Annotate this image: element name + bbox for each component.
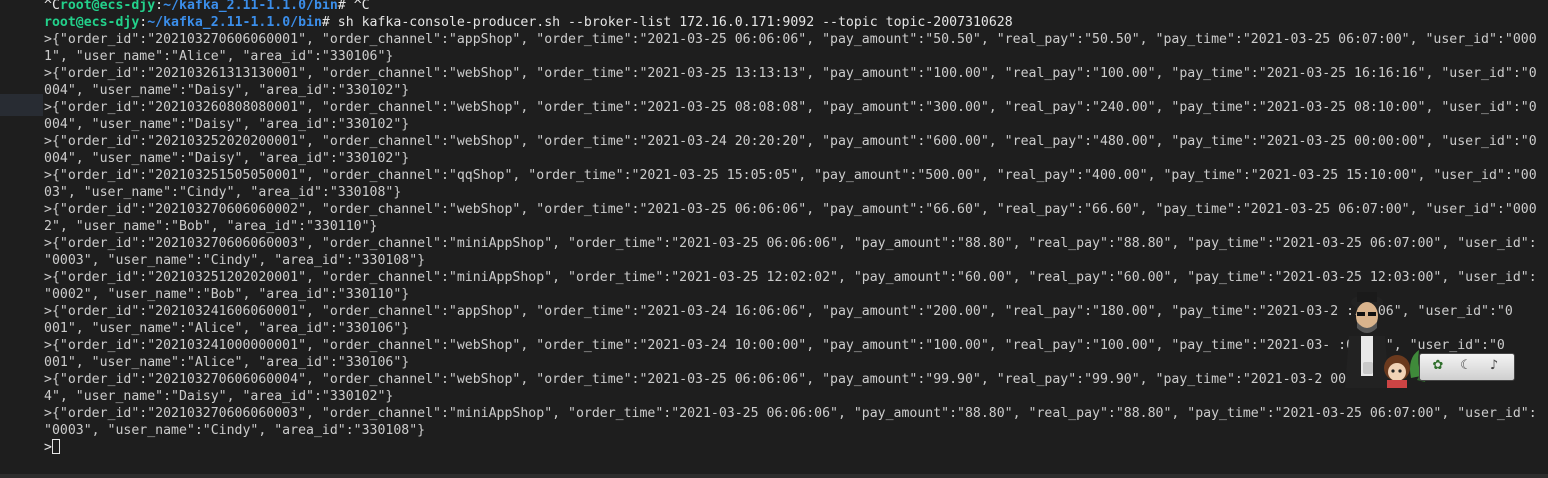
terminal-output-line: "0003", "user_name":"Cindy", "area_id":"… [44, 423, 426, 438]
terminal-output-line: "0003", "user_name":"Cindy", "area_id":"… [44, 253, 426, 268]
producer-command: sh kafka-console-producer.sh --broker-li… [337, 15, 1013, 30]
status-bar [0, 474, 1548, 478]
terminal-output-line: >{"order_id":"202103251505050001", "orde… [44, 168, 1537, 183]
terminal-output-line: 2", "user_name":"Bob", "area_id":"330110… [44, 219, 378, 234]
prompt-symbol: # [337, 0, 354, 13]
terminal-output-line: >{"order_id":"202103241606060001", "orde… [44, 304, 1513, 319]
editor-gutter [0, 0, 43, 478]
terminal-output-line: 4", "user_name":"Daisy", "area_id":"3301… [44, 389, 394, 404]
gutter-highlight [0, 94, 43, 116]
prompt-path: ~/kafka_2.11-1.1.0/bin [163, 0, 338, 13]
prompt-user: root@ecs-djy [59, 0, 156, 13]
terminal-output-line: 004", "user_name":"Daisy", "area_id":"33… [44, 83, 410, 98]
prompt-user: root@ecs-djy [44, 15, 140, 30]
terminal-output-line: >{"order_id":"202103270606060004", "orde… [44, 372, 1355, 387]
terminal-output-line: 001", "user_name":"Alice", "area_id":"33… [44, 355, 410, 370]
widget-control-bar[interactable]: ✿ ☾ ♪ [1419, 353, 1515, 381]
terminal-line-command: root@ecs-djy:~/kafka_2.11-1.1.0/bin# sh … [44, 14, 1548, 31]
terminal-panel[interactable]: ^Croot@ecs-djy:~/kafka_2.11-1.1.0/bin# ^… [44, 0, 1548, 478]
prompt-separator: : [155, 0, 164, 13]
terminal-output-line: >{"order_id":"202103270606060003", "orde… [44, 236, 1537, 251]
terminal-output-line: 1", "user_name":"Alice", "area_id":"3301… [44, 49, 394, 64]
terminal-output-line: >{"order_id":"202103270606060003", "orde… [44, 406, 1537, 421]
prompt-path: ~/kafka_2.11-1.1.0/bin [147, 15, 322, 30]
terminal-output-line: 03", "user_name":"Cindy", "area_id":"330… [44, 185, 402, 200]
leaf-icon[interactable]: ✿ [1430, 358, 1446, 374]
terminal-output-line: 004", "user_name":"Daisy", "area_id":"33… [44, 117, 410, 132]
terminal-line-prev-prompt: ^Croot@ecs-djy:~/kafka_2.11-1.1.0/bin# ^… [44, 0, 1548, 14]
terminal-output-line: >{"order_id":"202103241000000001", "orde… [44, 338, 1505, 353]
ctrl-c-echo: ^C [44, 0, 60, 13]
prompt-symbol: # [321, 15, 338, 30]
terminal-output-line: >{"order_id":"202103251202020001", "orde… [44, 270, 1537, 285]
moon-icon[interactable]: ☾ [1458, 358, 1474, 374]
desktop-pet-widget[interactable]: ✿ ☾ ♪ [1337, 288, 1517, 388]
terminal-output-line: >{"order_id":"202103270606060002", "orde… [44, 202, 1537, 217]
terminal-output-line: >{"order_id":"202103261313130001", "orde… [44, 66, 1537, 81]
input-prompt: > [44, 440, 52, 455]
terminal-output-line: >{"order_id":"202103260808080001", "orde… [44, 100, 1537, 115]
terminal-input-line[interactable]: > [44, 439, 1548, 456]
ctrl-c-echo: ^C [353, 0, 370, 13]
terminal-output-line: 004", "user_name":"Daisy", "area_id":"33… [44, 151, 410, 166]
terminal-output-line: >{"order_id":"202103252020200001", "orde… [44, 134, 1537, 149]
terminal-cursor[interactable] [51, 439, 60, 454]
terminal-output-line: "0002", "user_name":"Bob", "area_id":"33… [44, 287, 410, 302]
terminal-output-line: >{"order_id":"202103270606060001", "orde… [44, 32, 1537, 47]
music-note-icon[interactable]: ♪ [1486, 358, 1502, 374]
terminal-output-line: 001", "user_name":"Alice", "area_id":"33… [44, 321, 410, 336]
